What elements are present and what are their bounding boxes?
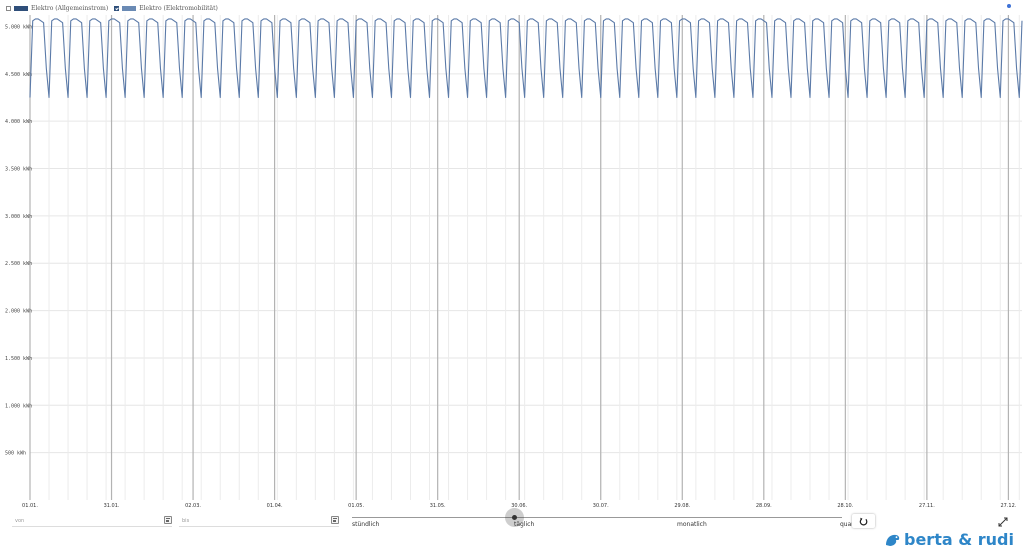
- chart-grid: [29, 15, 1022, 500]
- legend-label-elektromobilitaet: Elektro (Elektromobilität): [139, 4, 218, 12]
- y-tick-label: 500 kWh: [5, 451, 26, 457]
- granularity-option-monatlich[interactable]: monatlich: [677, 521, 707, 528]
- bird-logo-icon: [886, 534, 900, 546]
- x-tick-label: 29.08.: [674, 503, 690, 509]
- legend-swatch-allgemeinstrom: [14, 5, 28, 11]
- y-tick-label: 3.000 kWh: [5, 214, 32, 220]
- brand-name: berta & rudi: [904, 530, 1014, 549]
- x-tick-label: 27.12.: [1000, 503, 1016, 509]
- reset-icon: [859, 517, 868, 526]
- legend-checkbox-elektromobilitaet[interactable]: [114, 5, 120, 11]
- x-tick-label: 28.09.: [756, 503, 772, 509]
- x-tick-label: 27.11.: [919, 503, 935, 509]
- to-date-field[interactable]: bis: [179, 516, 339, 527]
- y-tick-label: 1.000 kWh: [5, 403, 32, 409]
- x-axis-ticks: 01.01. 31.01. 02.03. 01.04. 01.05. 31.05. 30.0…: [22, 503, 1017, 509]
- to-date-placeholder: bis: [182, 518, 190, 524]
- y-tick-label: 4.500 kWh: [5, 72, 32, 78]
- y-tick-label: 3.500 kWh: [5, 167, 32, 173]
- x-tick-label: 30.07.: [593, 503, 609, 509]
- calendar-icon[interactable]: [164, 516, 172, 524]
- brand-logo: berta & rudi: [885, 530, 1014, 549]
- consumption-chart: 500 kWh 1.000 kWh 1.500 kWh 2.000 kWh 2.500 …: [5, 15, 1023, 509]
- x-tick-label: 28.10.: [837, 503, 853, 509]
- granularity-option-stuendlich[interactable]: stündlich: [352, 521, 379, 528]
- legend-checkbox-allgemeinstrom[interactable]: [6, 5, 11, 11]
- from-date-field[interactable]: von: [12, 516, 172, 527]
- x-tick-label: 01.05.: [348, 503, 364, 509]
- y-axis-ticks: 500 kWh 1.000 kWh 1.500 kWh 2.000 kWh 2.500 …: [5, 24, 32, 456]
- granularity-slider-track[interactable]: [352, 517, 842, 518]
- y-tick-label: 2.000 kWh: [5, 309, 32, 315]
- x-tick-label: 31.01.: [104, 503, 120, 509]
- y-tick-label: 2.500 kWh: [5, 261, 32, 267]
- granularity-option-taeglich[interactable]: täglich: [514, 521, 534, 528]
- calendar-icon[interactable]: [331, 516, 339, 524]
- y-tick-label: 4.000 kWh: [5, 119, 32, 125]
- x-tick-label: 02.03.: [185, 503, 201, 509]
- reset-button[interactable]: [852, 514, 875, 528]
- status-dot: [1007, 4, 1011, 8]
- y-tick-label: 5.000 kWh: [5, 24, 32, 30]
- chart-legend: Elektro (Allgemeinstrom) Elektro (Elektr…: [6, 3, 224, 13]
- from-date-placeholder: von: [15, 518, 25, 524]
- x-tick-label: 01.01.: [22, 503, 38, 509]
- y-tick-label: 1.500 kWh: [5, 356, 32, 362]
- x-tick-label: 31.05.: [430, 503, 446, 509]
- legend-swatch-elektromobilitaet: [122, 5, 137, 11]
- expand-icon[interactable]: [998, 517, 1008, 527]
- x-tick-label: 01.04.: [267, 503, 283, 509]
- series-line-elektromobilitaet: [29, 18, 1023, 99]
- legend-label-allgemeinstrom: Elektro (Allgemeinstrom): [31, 4, 109, 12]
